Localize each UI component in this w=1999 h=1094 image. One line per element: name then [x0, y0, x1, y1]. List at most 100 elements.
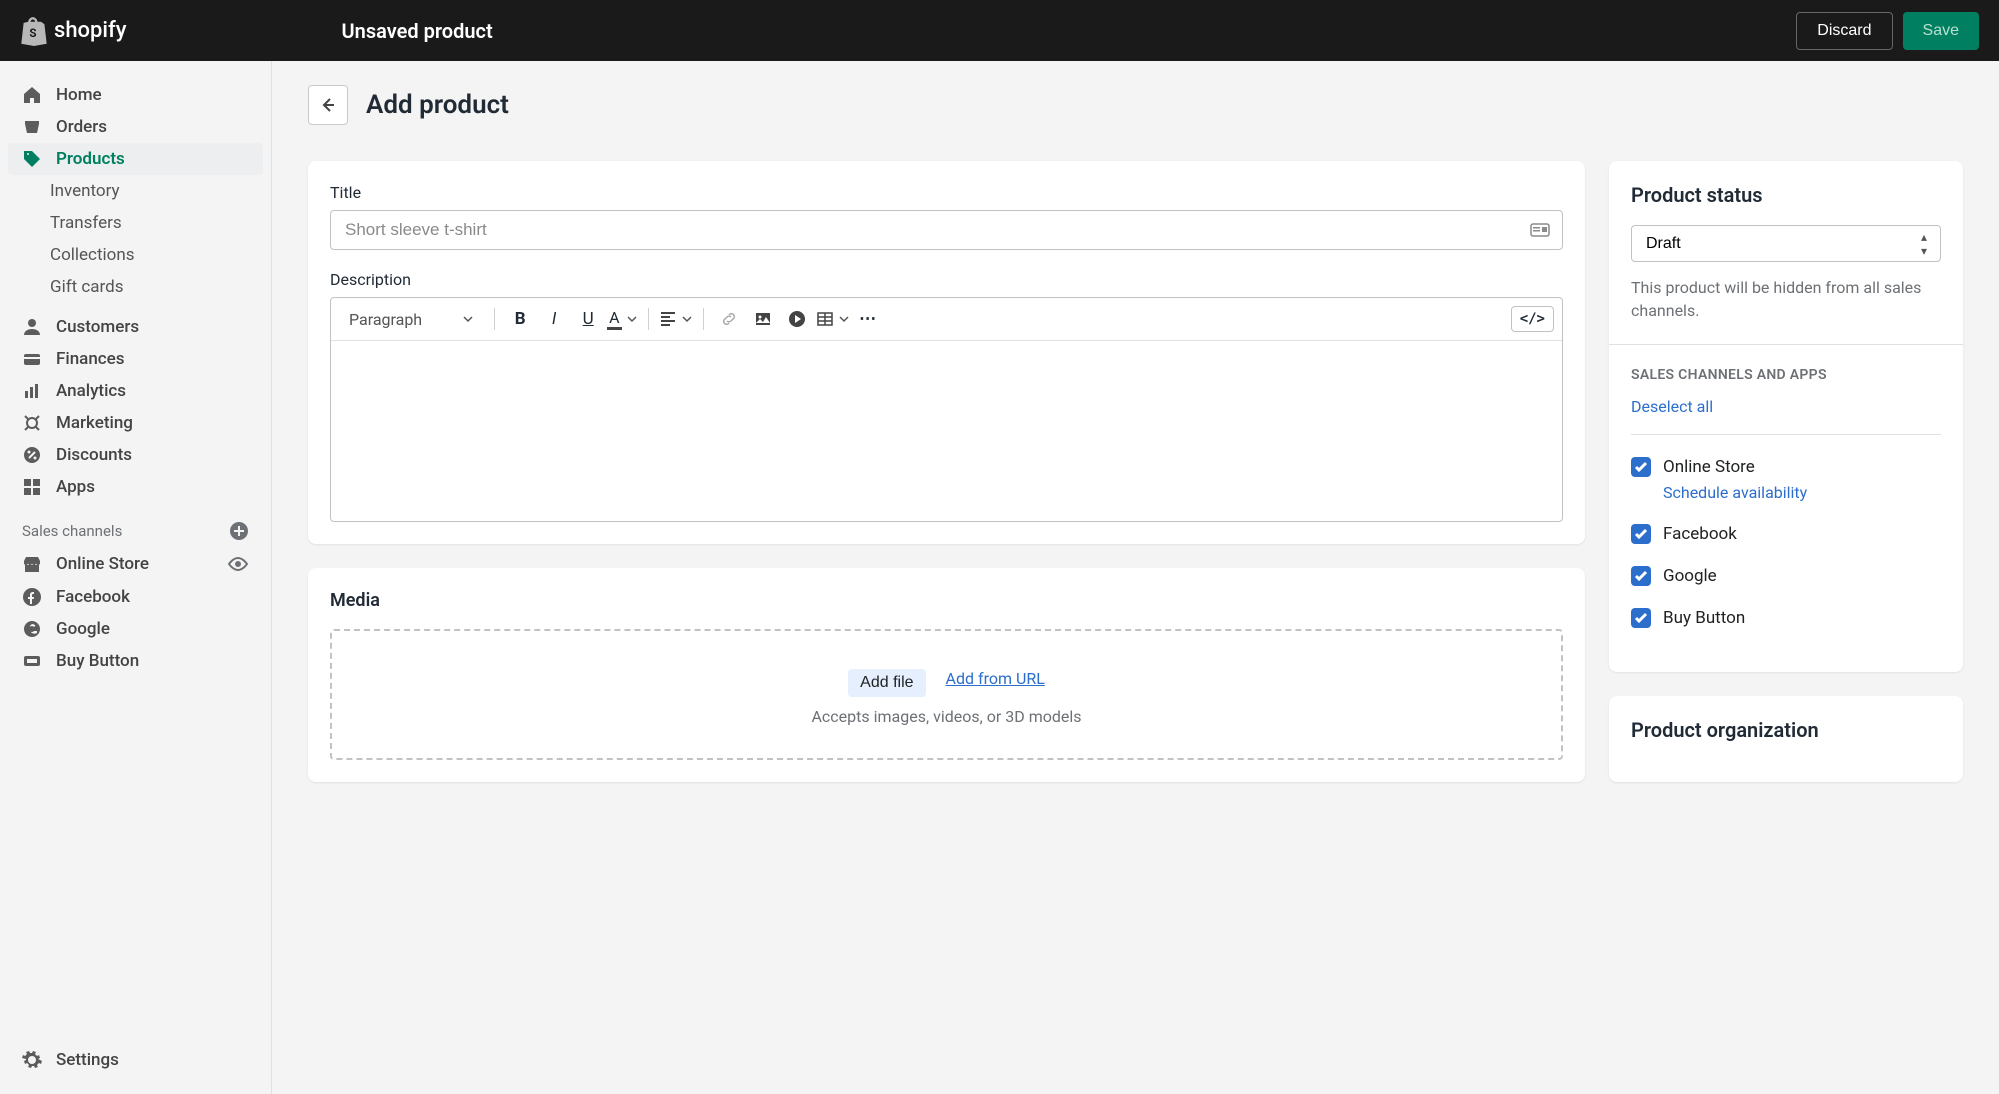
sidebar-item-label: Products — [56, 149, 125, 169]
sales-channels-header: Sales channels — [0, 503, 271, 547]
channel-checkbox[interactable] — [1631, 608, 1651, 628]
discard-button[interactable]: Discard — [1796, 12, 1892, 50]
channel-row: Online Store Schedule availability — [1631, 435, 1941, 502]
description-textarea[interactable] — [331, 341, 1562, 521]
sidebar: Home Orders Products Inventory Transfers… — [0, 61, 272, 1094]
orders-icon — [22, 117, 42, 137]
marketing-icon — [22, 413, 42, 433]
status-select[interactable]: Draft — [1631, 225, 1941, 262]
gear-icon — [22, 1050, 42, 1070]
shopify-bag-icon: S — [20, 16, 48, 46]
channel-label: Google — [1663, 566, 1717, 586]
sidebar-sub-collections[interactable]: Collections — [50, 239, 271, 271]
facebook-icon — [22, 587, 42, 607]
topbar-actions: Discard Save — [1796, 12, 1979, 50]
channel-checkbox[interactable] — [1631, 457, 1651, 477]
sidebar-item-marketing[interactable]: Marketing — [8, 407, 263, 439]
channel-row: Facebook — [1631, 502, 1941, 544]
image-icon — [754, 310, 772, 328]
sidebar-channel-buy-button[interactable]: Buy Button — [8, 645, 263, 677]
sidebar-channel-online-store[interactable]: Online Store — [8, 547, 263, 581]
add-file-button[interactable]: Add file — [848, 669, 925, 697]
channel-label: Facebook — [1663, 524, 1737, 544]
back-button[interactable] — [308, 85, 348, 125]
finances-icon — [22, 349, 42, 369]
apps-icon — [22, 477, 42, 497]
rte-image-button[interactable] — [748, 304, 778, 334]
sidebar-item-label: Buy Button — [56, 651, 139, 671]
sidebar-item-customers[interactable]: Customers — [8, 311, 263, 343]
sidebar-item-discounts[interactable]: Discounts — [8, 439, 263, 471]
topbar-title: Unsaved product — [342, 19, 493, 43]
description-label: Description — [330, 270, 1563, 289]
sidebar-item-label: Facebook — [56, 587, 130, 607]
chevron-down-icon — [462, 313, 474, 325]
channels-heading: SALES CHANNELS AND APPS — [1631, 367, 1941, 383]
customers-icon — [22, 317, 42, 337]
sidebar-item-label: Online Store — [56, 554, 149, 574]
arrow-left-icon — [318, 95, 338, 115]
rte-more-button[interactable]: ⋯ — [854, 304, 884, 334]
products-subnav: Inventory Transfers Collections Gift car… — [0, 175, 271, 303]
sidebar-item-label: Finances — [56, 349, 125, 369]
rte-bold-button[interactable]: B — [505, 304, 535, 334]
rte-paragraph-select[interactable]: Paragraph — [339, 306, 484, 333]
sidebar-sub-inventory[interactable]: Inventory — [50, 175, 271, 207]
eye-icon[interactable] — [227, 553, 249, 575]
sidebar-item-label: Home — [56, 85, 102, 105]
sidebar-item-apps[interactable]: Apps — [8, 471, 263, 503]
status-hint: This product will be hidden from all sal… — [1631, 276, 1941, 322]
sidebar-item-label: Analytics — [56, 381, 126, 401]
rte-table-button[interactable] — [816, 310, 850, 328]
sidebar-item-label: Orders — [56, 117, 107, 137]
rte-html-button[interactable]: </> — [1511, 306, 1554, 332]
channel-row: Buy Button — [1631, 586, 1941, 650]
topbar: S shopify Unsaved product Discard Save — [0, 0, 1999, 61]
deselect-all-link[interactable]: Deselect all — [1631, 397, 1713, 416]
sidebar-item-analytics[interactable]: Analytics — [8, 375, 263, 407]
sidebar-item-finances[interactable]: Finances — [8, 343, 263, 375]
rte-link-button[interactable] — [714, 304, 744, 334]
sidebar-item-label: Discounts — [56, 445, 132, 465]
status-heading: Product status — [1631, 183, 1941, 207]
product-status-card: Product status Draft ▴▾ This product wil… — [1609, 161, 1963, 672]
rte-italic-button[interactable]: I — [539, 304, 569, 334]
sidebar-item-settings[interactable]: Settings — [8, 1044, 263, 1076]
sidebar-channel-google[interactable]: Google — [8, 613, 263, 645]
google-icon — [22, 619, 42, 639]
chevron-down-icon — [626, 313, 638, 325]
sidebar-item-label: Settings — [56, 1050, 119, 1070]
media-dropzone[interactable]: Add file Add from URL Accepts images, vi… — [330, 629, 1563, 760]
organization-heading: Product organization — [1631, 718, 1941, 742]
title-label: Title — [330, 183, 1563, 202]
rte-video-button[interactable] — [782, 304, 812, 334]
products-icon — [22, 149, 42, 169]
channel-row: Google — [1631, 544, 1941, 586]
sidebar-sub-giftcards[interactable]: Gift cards — [50, 271, 271, 303]
sidebar-item-label: Customers — [56, 317, 139, 337]
rte-align-button[interactable] — [659, 310, 693, 328]
sidebar-sub-transfers[interactable]: Transfers — [50, 207, 271, 239]
align-left-icon — [659, 310, 677, 328]
table-icon — [816, 310, 834, 328]
media-card: Media Add file Add from URL Accepts imag… — [308, 568, 1585, 782]
sidebar-channel-facebook[interactable]: Facebook — [8, 581, 263, 613]
play-circle-icon — [788, 310, 806, 328]
channel-checkbox[interactable] — [1631, 566, 1651, 586]
save-button[interactable]: Save — [1903, 12, 1979, 50]
sidebar-item-home[interactable]: Home — [8, 79, 263, 111]
channel-checkbox[interactable] — [1631, 524, 1651, 544]
main-content: Add product Title Description — [272, 61, 1999, 1094]
rte-underline-button[interactable]: U — [573, 304, 603, 334]
add-channel-icon[interactable] — [229, 521, 249, 541]
media-hint: Accepts images, videos, or 3D models — [352, 707, 1541, 726]
link-icon — [720, 310, 738, 328]
schedule-availability-link[interactable]: Schedule availability — [1663, 483, 1807, 502]
rte-color-button[interactable]: A — [607, 308, 637, 330]
sidebar-item-products[interactable]: Products — [8, 143, 263, 175]
add-from-url-link[interactable]: Add from URL — [946, 669, 1045, 697]
brand-logo[interactable]: S shopify — [20, 16, 127, 46]
sidebar-item-orders[interactable]: Orders — [8, 111, 263, 143]
channel-label: Buy Button — [1663, 608, 1745, 628]
title-input[interactable] — [330, 210, 1563, 250]
